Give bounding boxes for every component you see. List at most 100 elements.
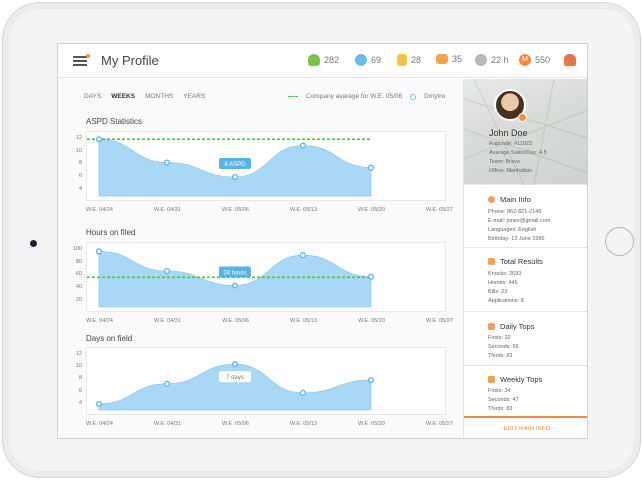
stat-value: 282 — [324, 55, 340, 65]
total-results-header[interactable]: Total Results — [488, 257, 543, 266]
x-tick-label: W.E. 04/31 — [154, 318, 181, 324]
stat-hand[interactable]: 282 — [308, 54, 339, 66]
person-icon — [488, 196, 495, 203]
chart-hours[interactable]: 24 hours — [86, 242, 446, 312]
coin-icon: M — [519, 54, 531, 66]
filter-months[interactable]: MONTHS — [145, 93, 173, 100]
main-info-birthday: Birthday: 13 June 1986 — [488, 236, 545, 242]
company-average-swatch — [288, 96, 298, 97]
data-point[interactable] — [95, 248, 103, 255]
data-point[interactable] — [231, 174, 239, 181]
stat-value: 28 — [411, 55, 422, 65]
period-filter: DAYS WEEKS MONTHS YEARS — [84, 93, 205, 100]
stat-coins[interactable]: M 550 — [519, 54, 550, 66]
total-results-bills: Bills: 23 — [488, 289, 508, 295]
daily-tops-title: Daily Tops — [500, 322, 535, 331]
home-button[interactable] — [605, 227, 634, 256]
chart-title-hours: Hours on filed — [86, 228, 136, 237]
data-point[interactable] — [95, 136, 103, 143]
app-screen: My Profile 282 69 28 35 22 h M 550 DAYS … — [57, 43, 588, 439]
stat-value: 550 — [535, 55, 551, 65]
daily-tops-thirds: Thirds: 83 — [488, 353, 513, 359]
x-tick-label: W.E. 05/20 — [358, 207, 385, 213]
data-point[interactable] — [163, 380, 171, 387]
y-tick-label: 100 — [72, 246, 82, 253]
weekly-tops-seconds: Seconds: 47 — [488, 397, 519, 403]
y-tick-label: 12 — [75, 135, 82, 142]
x-tick-label: W.E. 05/13 — [290, 421, 317, 427]
stat-notes[interactable]: 28 — [397, 54, 421, 66]
wallet-icon — [436, 54, 448, 64]
weekly-tops-header[interactable]: Weekly Tops — [488, 375, 542, 384]
x-tick-label: W.E. 05/27 — [426, 318, 453, 324]
main-info-section: Main Info Phone: 862-821-2149 E-mail: jo… — [464, 185, 587, 248]
data-point[interactable] — [299, 389, 307, 396]
notes-icon — [397, 54, 407, 66]
filter-days[interactable]: DAYS — [84, 93, 101, 100]
data-point[interactable] — [299, 252, 307, 259]
tooltip-text: 24 hours — [223, 271, 246, 277]
tooltip-days: 7 days — [219, 371, 251, 383]
main-info-title: Main Info — [500, 195, 531, 204]
chat-icon — [355, 54, 367, 66]
filter-weeks[interactable]: WEEKS — [111, 93, 135, 100]
chart-days[interactable]: 7 days — [86, 347, 446, 415]
stat-chat[interactable]: 69 — [355, 54, 381, 66]
filter-years[interactable]: YEARS — [183, 93, 205, 100]
data-point[interactable] — [231, 361, 239, 368]
y-tick-label: 8 — [78, 160, 82, 167]
chart-hours-svg: 24 hours — [87, 248, 375, 308]
statistics-panel: DAYS WEEKS MONTHS YEARS Company avarage … — [58, 79, 463, 438]
main-info-header[interactable]: Main Info — [488, 195, 531, 204]
chart-title-aspd: ASPD Statistics — [86, 117, 143, 126]
stat-value: 35 — [452, 54, 463, 64]
daily-tops-firsts: Firsts: 32 — [488, 335, 511, 341]
data-point[interactable] — [95, 400, 103, 407]
calendar-icon — [488, 376, 495, 383]
x-tick-label: W.E. 05/27 — [426, 421, 453, 427]
stat-users[interactable] — [564, 54, 576, 66]
weekly-tops-thirds: Thirds: 83 — [488, 406, 513, 412]
x-tick-label: W.E. 04/24 — [86, 318, 113, 324]
avatar-badge-icon — [518, 113, 527, 122]
page-title: My Profile — [101, 53, 159, 68]
data-point[interactable] — [299, 142, 307, 149]
menu-icon[interactable] — [73, 54, 90, 66]
x-tick-label: W.E. 05/06 — [222, 421, 249, 427]
tooltip-text: 6 ASPD — [224, 162, 246, 168]
chart-legend: Company avarage for W.E. 05/06 Dmytro — [288, 93, 445, 100]
x-tick-label: W.E. 05/27 — [426, 207, 453, 213]
clock-icon — [475, 54, 487, 66]
profile-card: John Doe Rapcode: #11923 Avarage Sales/D… — [464, 79, 587, 185]
hand-icon — [308, 54, 320, 66]
x-tick-label: W.E. 05/13 — [290, 207, 317, 213]
data-point[interactable] — [367, 377, 375, 384]
stat-value: 69 — [371, 55, 382, 65]
data-point[interactable] — [367, 273, 375, 280]
edit-main-info-button[interactable]: EDIT MAIN INFO — [464, 416, 587, 438]
data-point[interactable] — [163, 159, 171, 166]
total-results-applications: Applications: 8 — [488, 298, 524, 304]
gamepad-icon — [488, 258, 495, 265]
profile-sidebar: John Doe Rapcode: #11923 Avarage Sales/D… — [463, 79, 587, 438]
stat-clock[interactable]: 22 h — [475, 54, 509, 66]
legend-user: Dmytro — [424, 93, 446, 100]
chart-aspd-svg: 6 ASPD — [87, 136, 375, 197]
data-point[interactable] — [231, 282, 239, 289]
daily-tops-header[interactable]: Daily Tops — [488, 322, 534, 331]
y-tick-label: 8 — [78, 375, 82, 382]
camera — [30, 240, 37, 247]
profile-team: Team: Bravo — [489, 159, 520, 165]
stat-wallet[interactable]: 35 — [436, 54, 462, 64]
x-tick-label: W.E. 05/20 — [358, 318, 385, 324]
data-point[interactable] — [163, 267, 171, 275]
total-results-knocks: Knocks: 2693 — [488, 271, 522, 277]
top-bar: My Profile 282 69 28 35 22 h M 550 — [58, 44, 587, 78]
y-tick-label: 12 — [75, 351, 82, 358]
tooltip-text: 7 days — [226, 375, 244, 381]
profile-avg-sales: Avarage Sales/Day: 4.5 — [489, 150, 547, 156]
chart-aspd[interactable]: 6 ASPD — [86, 131, 446, 201]
main-info-email: E-mail: jones@gmail.com — [488, 218, 551, 224]
data-point[interactable] — [367, 164, 375, 171]
total-results-homes: Homes: 445 — [488, 280, 518, 286]
